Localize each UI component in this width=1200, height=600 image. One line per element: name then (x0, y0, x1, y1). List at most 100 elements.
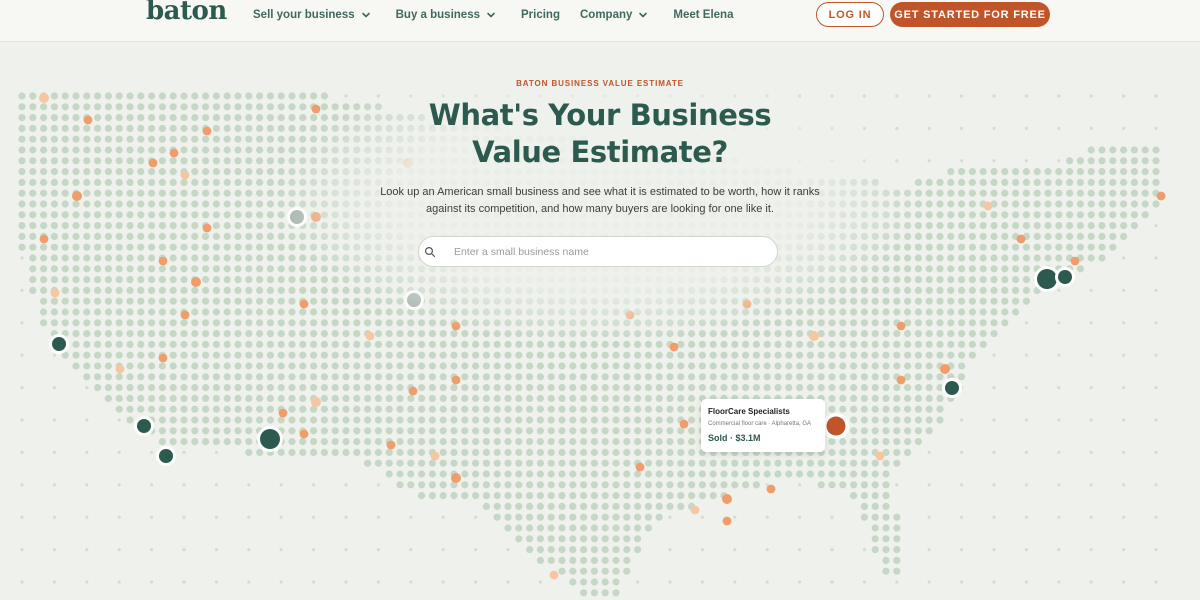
business-marker[interactable] (52, 337, 66, 351)
map-dot (1087, 200, 1095, 208)
map-dot (353, 416, 361, 424)
map-dot (396, 265, 404, 273)
map-dot (115, 243, 123, 251)
nav-pricing[interactable]: Pricing (521, 8, 560, 22)
get-started-button[interactable]: GET STARTED FOR FREE (890, 2, 1050, 27)
map-dot (850, 351, 858, 359)
map-dot (245, 340, 253, 348)
map-dot (418, 222, 426, 230)
map-dot (83, 222, 91, 230)
map-dot (191, 319, 199, 327)
map-dot (1055, 243, 1063, 251)
map-dot (428, 427, 436, 435)
map-dot (1012, 308, 1020, 316)
map-dot (418, 438, 426, 446)
map-dot (493, 319, 501, 327)
map-dot (612, 535, 620, 543)
map-dot (150, 580, 154, 584)
map-dot (191, 373, 199, 381)
map-dot (1076, 178, 1084, 186)
map-dot (310, 362, 318, 370)
map-dot (126, 222, 134, 230)
map-dot (882, 362, 890, 370)
map-dot (472, 373, 480, 381)
map-dot (353, 438, 361, 446)
map-dot (904, 297, 912, 305)
map-dot (569, 567, 577, 575)
map-dot (828, 308, 836, 316)
map-dot (547, 535, 555, 543)
map-dot (850, 340, 858, 348)
map-dot (763, 286, 771, 294)
map-dot (277, 189, 285, 197)
map-dot (20, 515, 24, 519)
business-marker[interactable] (260, 429, 280, 449)
map-dot (266, 330, 274, 338)
map-dot (914, 362, 923, 370)
sold-business-card[interactable]: FloorCare Specialists Commercial floor c… (701, 399, 825, 452)
map-dot (234, 308, 242, 316)
map-dot (547, 394, 555, 402)
map-dot (104, 200, 112, 208)
map-dot (547, 470, 555, 478)
map-dot (331, 189, 339, 197)
business-marker[interactable] (945, 381, 959, 395)
business-marker[interactable] (407, 293, 421, 307)
map-dot (461, 362, 469, 370)
map-dot (871, 492, 879, 500)
nav-meet-elena[interactable]: Meet Elena (673, 8, 733, 22)
map-dot (374, 254, 382, 262)
map-highlight-dot (679, 419, 689, 429)
map-dot (29, 254, 37, 262)
map-dot (52, 418, 57, 422)
map-highlight-dot (311, 212, 321, 222)
map-dot (806, 232, 815, 240)
map-dot (94, 373, 102, 381)
map-dot (104, 351, 112, 359)
map-dot (958, 178, 966, 186)
map-dot (580, 394, 588, 402)
map-dot (979, 243, 987, 251)
map-dot (299, 189, 307, 197)
map-dot (817, 459, 825, 467)
business-marker[interactable] (137, 419, 151, 433)
map-dot (288, 232, 296, 240)
business-marker[interactable] (159, 449, 173, 463)
business-search-bar[interactable] (418, 236, 778, 267)
nav-sell-your-business[interactable]: Sell your business (253, 8, 372, 22)
map-dot (580, 362, 588, 370)
map-dot (504, 340, 512, 348)
map-dot (774, 276, 782, 284)
map-dot (310, 351, 318, 359)
nav-company[interactable]: Company (580, 8, 649, 22)
business-marker[interactable] (290, 210, 304, 224)
map-dot (871, 189, 879, 197)
map-dot (992, 386, 996, 390)
map-dot (601, 513, 609, 521)
map-dot (182, 515, 186, 519)
map-dot (817, 373, 825, 381)
business-marker[interactable] (1037, 269, 1057, 289)
map-dot (547, 351, 555, 359)
baton-logo[interactable]: baton (146, 0, 227, 26)
map-dot (785, 330, 793, 338)
map-dot (52, 450, 57, 454)
map-dot (396, 416, 404, 424)
business-search-input[interactable] (454, 245, 754, 258)
nav-buy-a-business[interactable]: Buy a business (396, 8, 497, 22)
login-button[interactable]: LOG IN (816, 2, 884, 27)
map-dot (418, 340, 426, 348)
map-dot (331, 362, 339, 370)
map-dot (601, 416, 609, 424)
map-dot (247, 515, 251, 519)
map-dot (828, 481, 836, 489)
map-dot (742, 470, 750, 478)
map-dot (515, 448, 523, 456)
map-dot (612, 567, 620, 575)
selected-business-marker[interactable] (826, 416, 846, 436)
business-marker[interactable] (1058, 270, 1072, 284)
map-dot (1024, 321, 1028, 325)
map-dot (504, 492, 512, 500)
map-dot (850, 448, 858, 456)
map-dot (1089, 288, 1093, 292)
